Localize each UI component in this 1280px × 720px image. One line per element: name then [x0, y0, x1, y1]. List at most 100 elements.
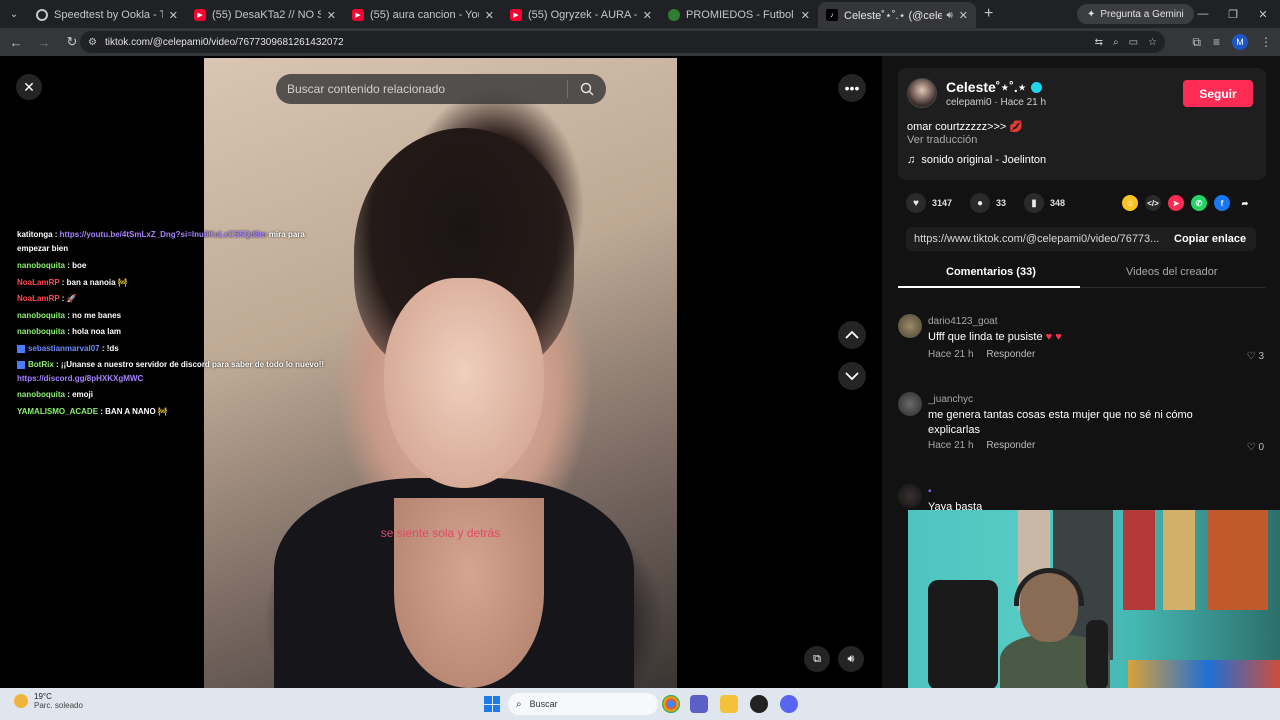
window-close-button[interactable]: ✕ — [1248, 0, 1278, 28]
like-button[interactable]: ♥ 3147 — [906, 193, 952, 213]
obs-icon[interactable] — [750, 695, 768, 713]
author-name-row[interactable]: Celeste˚⋆˚.⋆ — [946, 79, 1042, 96]
tab-title: (55) Ogryzek - AURA - YouTube — [528, 9, 637, 21]
reply-button[interactable]: Responder — [986, 349, 1035, 360]
comment-meta: Hace 21 h Responder — [928, 440, 1035, 451]
share-icon[interactable]: ➦ — [1237, 195, 1253, 211]
search-icon[interactable] — [568, 82, 606, 96]
gemini-button[interactable]: ✦ Pregunta a Gemini — [1077, 4, 1194, 24]
youtube-icon: ▶ — [510, 9, 522, 21]
share-link-text[interactable]: https://www.tiktok.com/@celepami0/video/… — [906, 233, 1162, 245]
avatar[interactable] — [898, 314, 922, 338]
maximize-button[interactable]: ❐ — [1218, 0, 1248, 28]
chevron-up-icon — [845, 330, 859, 339]
youtube-icon: ▶ — [194, 9, 206, 21]
tab-comments[interactable]: Comentarios (33) — [946, 266, 1036, 278]
like-count: 3147 — [932, 198, 953, 208]
comment-like-count: 3 — [1258, 351, 1264, 362]
weather-widget[interactable]: 19°C Parc. soleado — [14, 692, 83, 710]
close-icon[interactable]: ✕ — [959, 9, 968, 22]
reply-button[interactable]: Responder — [986, 440, 1035, 451]
friends-share-icon[interactable]: ☺ — [1122, 195, 1138, 211]
close-player-button[interactable]: ✕ — [16, 74, 42, 100]
embed-icon[interactable]: </> — [1145, 195, 1161, 211]
teams-icon[interactable] — [690, 695, 708, 713]
copy-link-button[interactable]: Copiar enlace — [1162, 233, 1246, 245]
close-icon[interactable]: ✕ — [801, 9, 810, 22]
start-button[interactable] — [484, 696, 500, 712]
bookmark-icon: ▮ — [1024, 193, 1045, 213]
comment-button[interactable]: ● 33 — [970, 193, 1006, 213]
tab-speedtest[interactable]: Speedtest by Ookla - The Glob ✕ — [28, 2, 186, 28]
comment-text: Ufff que linda te pusiste ♥ ♥ — [928, 330, 1218, 345]
comment-username[interactable]: dario4123_goat — [928, 316, 998, 327]
floating-player-button[interactable]: ⧉ — [804, 646, 830, 672]
extensions-icon[interactable]: ⧉ — [1192, 35, 1201, 50]
sound-name: sonido original - Joelinton — [921, 154, 1047, 166]
send-icon[interactable]: ➤ — [1168, 195, 1184, 211]
related-search-input[interactable]: Buscar contenido relacionado — [276, 74, 606, 104]
close-icon[interactable]: ✕ — [169, 9, 178, 22]
chat-badge-icon — [17, 360, 25, 369]
forward-button[interactable]: → — [32, 30, 56, 54]
reading-list-icon[interactable]: ≡ — [1213, 35, 1220, 49]
speaker-icon[interactable]: 🔊︎ — [946, 10, 952, 21]
tab-title: (55) aura cancion - YouTube — [370, 9, 479, 21]
video-frame[interactable] — [204, 58, 677, 688]
ookla-icon — [36, 9, 48, 21]
volume-button[interactable]: 🔊︎ — [838, 646, 864, 672]
tab-title: PROMIEDOS - Futbol Argentin — [686, 9, 795, 21]
chat-badge-icon — [17, 344, 25, 353]
previous-video-button[interactable] — [838, 321, 866, 349]
comment-meta: Hace 21 h Responder — [928, 349, 1035, 360]
search-placeholder: Buscar contenido relacionado — [287, 82, 446, 96]
avatar[interactable] — [898, 484, 922, 508]
profile-avatar[interactable]: M — [1232, 34, 1248, 50]
bookmark-star-icon[interactable]: ☆ — [1148, 37, 1157, 48]
translate-icon[interactable]: ⇆ — [1095, 37, 1103, 48]
see-translation-link[interactable]: Ver traducción — [907, 134, 977, 146]
comment-like-button[interactable]: ♡ 0 — [1247, 442, 1264, 453]
youtube-icon: ▶ — [352, 9, 364, 21]
close-icon[interactable]: ✕ — [643, 9, 652, 22]
whatsapp-icon[interactable]: ✆ — [1191, 195, 1207, 211]
comment-like-button[interactable]: ♡ 3 — [1247, 351, 1264, 362]
chat-message: BotRix : ¡¡Unanse a nuestro servidor de … — [17, 360, 324, 369]
tab-youtube-aura[interactable]: ▶ (55) aura cancion - YouTube ✕ — [344, 2, 502, 28]
taskbar-search[interactable]: ⌕ Buscar — [508, 693, 658, 715]
site-info-icon[interactable]: ⚙ — [88, 37, 97, 48]
chat-text: : ban a nanoia 🚧 — [59, 278, 128, 287]
tab-title: Celeste˚⋆˚.⋆ (@celepami0) — [844, 9, 943, 22]
cast-icon[interactable]: ▭ — [1129, 37, 1138, 48]
file-explorer-icon[interactable] — [720, 695, 738, 713]
close-icon[interactable]: ✕ — [485, 9, 494, 22]
comment-body: me genera tantas cosas esta mujer que no… — [928, 409, 1193, 436]
sound-link[interactable]: ♫ sonido original - Joelinton — [907, 154, 1046, 166]
chat-message: nanoboquita : no me banes — [17, 311, 121, 320]
comment-username[interactable]: _juanchyc — [928, 394, 973, 405]
next-video-button[interactable] — [838, 362, 866, 390]
tab-tiktok[interactable]: ♪ Celeste˚⋆˚.⋆ (@celepami0) 🔊︎ ✕ — [818, 2, 976, 28]
chrome-icon[interactable] — [662, 695, 680, 713]
close-icon[interactable]: ✕ — [327, 9, 336, 22]
chat-username: katitonga — [17, 230, 53, 239]
tab-promiedos[interactable]: PROMIEDOS - Futbol Argentin ✕ — [660, 2, 818, 28]
zoom-icon[interactable]: ⌕ — [1113, 37, 1119, 48]
tab-search-icon[interactable]: ⌄ — [0, 0, 28, 28]
back-button[interactable]: ← — [4, 30, 28, 54]
tab-creator-videos[interactable]: Videos del creador — [1126, 266, 1218, 278]
tab-youtube-ogryzek[interactable]: ▶ (55) Ogryzek - AURA - YouTube ✕ — [502, 2, 660, 28]
facebook-icon[interactable]: f — [1214, 195, 1230, 211]
discord-icon[interactable] — [780, 695, 798, 713]
menu-icon[interactable]: ⋮ — [1260, 35, 1272, 49]
address-bar[interactable]: ⚙ tiktok.com/@celepami0/video/7677309681… — [80, 31, 1165, 53]
save-button[interactable]: ▮ 348 — [1024, 193, 1065, 213]
avatar[interactable] — [898, 392, 922, 416]
tab-youtube-desakta[interactable]: ▶ (55) DesaKTa2 // NO SE VE - Ch ✕ — [186, 2, 344, 28]
more-options-button[interactable]: ••• — [838, 74, 866, 102]
follow-button[interactable]: Seguir — [1183, 80, 1253, 107]
minimize-button[interactable]: — — [1188, 0, 1218, 28]
author-avatar[interactable] — [907, 78, 937, 108]
caption-emoji: 💋 — [1009, 121, 1024, 133]
new-tab-button[interactable]: + — [984, 5, 1006, 23]
